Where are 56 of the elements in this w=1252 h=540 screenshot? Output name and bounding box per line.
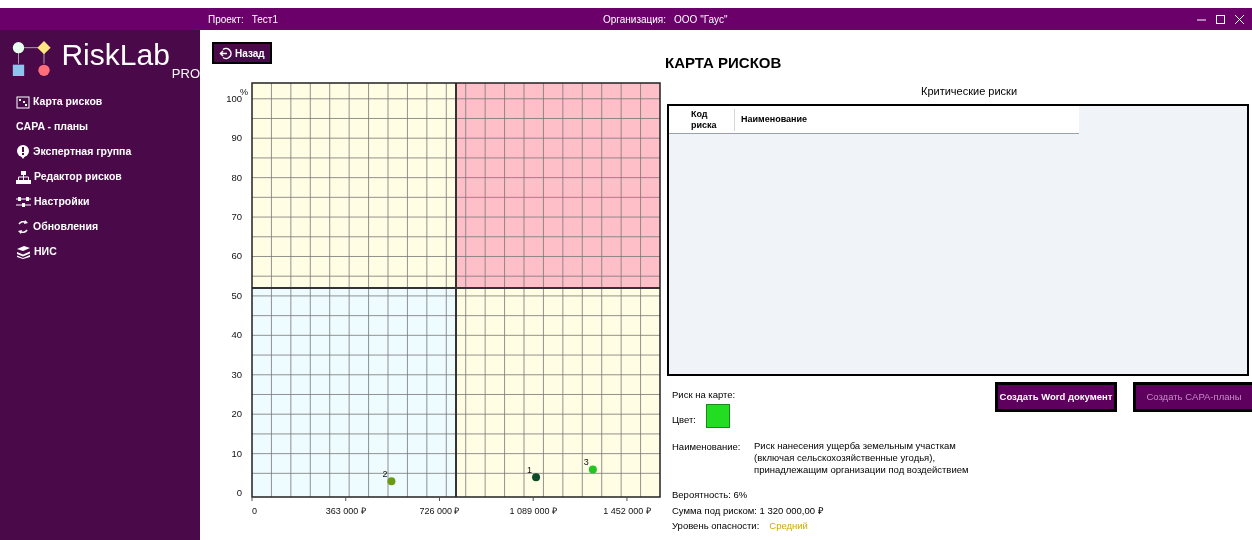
alert-icon	[16, 145, 30, 159]
action-button[interactable]: Создать Word документ	[995, 382, 1117, 412]
y-tick-label: 90	[231, 132, 242, 144]
x-tick-label: 363 000 ₽	[325, 506, 366, 516]
color-label: Цвет:	[672, 413, 696, 428]
sidebar-item[interactable]: НИС	[16, 242, 200, 262]
x-tick-label: 0	[252, 506, 257, 516]
column-header: Код риска	[691, 108, 735, 131]
column-header: Наименование	[741, 112, 808, 126]
x-tick-label: 1 089 000 ₽	[509, 506, 557, 516]
name-label: Наименование:	[672, 440, 742, 455]
page-title: КАРТА РИСКОВ	[665, 53, 782, 73]
probability-text: Вероятность: 6%	[672, 488, 749, 503]
sidebar-item[interactable]: Карта рисков	[16, 92, 200, 112]
close-icon[interactable]	[1235, 14, 1244, 24]
project-label: Проект:	[208, 12, 244, 27]
sidebar-item[interactable]: Редактор рисков	[16, 167, 200, 187]
refresh-icon	[16, 220, 30, 234]
y-tick-label: 0	[236, 487, 242, 499]
table-title: Критические риски	[921, 84, 1018, 99]
y-tick-label: 80	[231, 171, 242, 183]
y-tick-label: 10	[231, 447, 242, 459]
organization-label: Организация:	[602, 12, 667, 27]
logo-edition: PRO	[171, 65, 200, 83]
y-tick-label: 20	[231, 408, 242, 420]
point-label: 1	[527, 465, 533, 476]
y-axis-label: %	[240, 86, 248, 97]
danger-level-value: Средний	[769, 518, 808, 533]
y-tick-label: 70	[231, 211, 242, 223]
sidebar-item[interactable]: CAPA - планы	[16, 117, 200, 137]
danger-level-label: Уровень опасности:	[672, 518, 760, 533]
sidebar-item[interactable]: Экспертная группа	[16, 142, 200, 162]
risk-name: Риск нанесения ущерба земельным участкам (включая сельскохозяйственные угодья), принадлежащим организации под воздействием	[754, 440, 970, 477]
sliders-icon	[16, 196, 31, 208]
x-tick-label: 1 452 000 ₽	[603, 506, 651, 516]
logo-text: RiskLab	[61, 38, 170, 72]
back-icon	[219, 46, 232, 60]
point-label: 2	[382, 469, 388, 480]
sidebar-item[interactable]: Настройки	[16, 192, 200, 212]
y-tick-label: 60	[231, 250, 242, 262]
hierarchy-icon	[16, 170, 31, 184]
y-tick-label: 50	[231, 289, 242, 301]
y-tick-label: 30	[231, 368, 242, 380]
x-tick-label: 726 000 ₽	[419, 506, 460, 516]
risk-point[interactable]	[532, 473, 541, 482]
grid-map-icon	[16, 95, 30, 109]
point-label: 3	[583, 457, 589, 468]
sum-text: Сумма под риском: 1 320 000,00 ₽	[672, 503, 825, 518]
back-button[interactable]: Назад	[212, 42, 272, 64]
sidebar-item[interactable]: Обновления	[16, 217, 200, 237]
maximize-icon[interactable]	[1216, 14, 1225, 24]
y-tick-label: 100	[226, 92, 242, 104]
project-name: Тест1	[251, 12, 278, 27]
y-tick-label: 40	[231, 329, 242, 341]
books-icon	[16, 245, 31, 259]
organization-name: ООО "Гаус"	[674, 12, 728, 27]
